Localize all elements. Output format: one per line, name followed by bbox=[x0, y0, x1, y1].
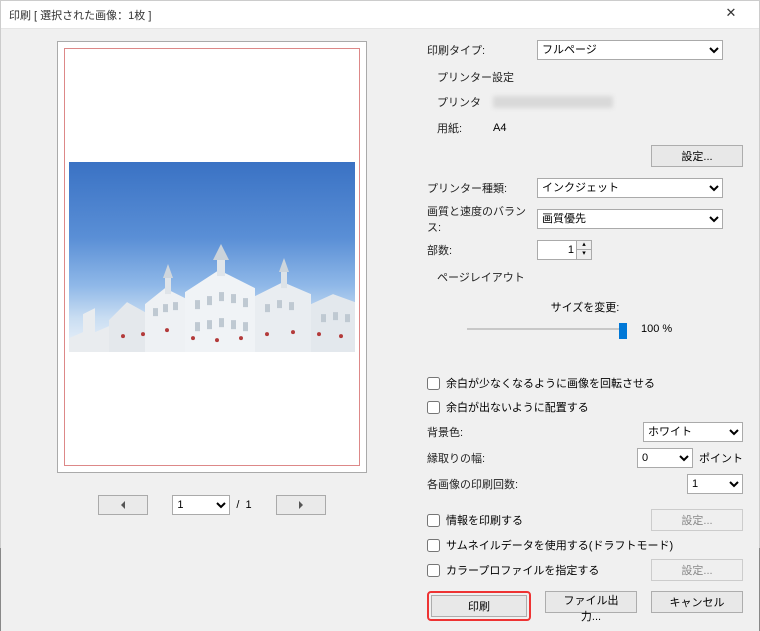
spin-up-icon[interactable]: ▴ bbox=[577, 241, 591, 250]
printer-settings-button[interactable]: 設定... bbox=[651, 145, 743, 167]
file-output-button[interactable]: ファイル出力... bbox=[545, 591, 637, 613]
spin-down-icon[interactable]: ▾ bbox=[577, 250, 591, 259]
paper-label: 用紙: bbox=[437, 120, 493, 136]
color-profile-checkbox[interactable] bbox=[427, 564, 440, 577]
preview-pane: 1 / 1 bbox=[1, 29, 423, 631]
page-layout-label: ページレイアウト bbox=[427, 269, 743, 285]
quality-balance-select[interactable]: 画質優先 bbox=[537, 209, 723, 229]
fit-no-margin-label: 余白が出ないように配置する bbox=[446, 399, 589, 415]
border-width-label: 縁取りの幅: bbox=[427, 450, 537, 466]
resize-slider[interactable] bbox=[467, 321, 627, 337]
titlebar: 印刷 [ 選択された画像：1枚 ] ✕ bbox=[1, 1, 759, 29]
print-info-label: 情報を印刷する bbox=[446, 512, 523, 528]
copies-label: 部数: bbox=[427, 242, 537, 258]
page-select[interactable]: 1 bbox=[172, 495, 230, 515]
use-thumbnail-checkbox[interactable] bbox=[427, 539, 440, 552]
printer-kind-select[interactable]: インクジェット bbox=[537, 178, 723, 198]
copies-input[interactable] bbox=[537, 240, 577, 260]
copies-spin[interactable]: ▴▾ bbox=[537, 240, 592, 260]
preview-page bbox=[57, 41, 367, 473]
fit-checkbox-row: 余白が出ないように配置する bbox=[427, 397, 743, 417]
print-type-label: 印刷タイプ: bbox=[427, 42, 537, 58]
printer-label: プリンタ bbox=[437, 94, 493, 110]
border-width-unit: ポイント bbox=[699, 450, 743, 466]
resize-label: サイズを変更: bbox=[551, 302, 620, 314]
settings-pane: 印刷タイプ: フルページ プリンター設定 プリンタ 用紙: A4 設定... プ… bbox=[423, 29, 759, 631]
page-sep: / bbox=[236, 499, 239, 511]
cancel-button[interactable]: キャンセル bbox=[651, 591, 743, 613]
next-page-button[interactable] bbox=[276, 495, 326, 515]
preview-image bbox=[69, 162, 355, 352]
print-button[interactable]: 印刷 bbox=[431, 595, 527, 617]
print-info-settings-button[interactable]: 設定... bbox=[651, 509, 743, 531]
page-total: 1 bbox=[245, 499, 251, 511]
printer-name-masked bbox=[493, 96, 613, 108]
bgcolor-select[interactable]: ホワイト bbox=[643, 422, 743, 442]
rotate-checkbox-row: 余白が少なくなるように画像を回転させる bbox=[427, 373, 743, 393]
print-count-each-label: 各画像の印刷回数: bbox=[427, 476, 557, 492]
print-type-select[interactable]: フルページ bbox=[537, 40, 723, 60]
color-profile-settings-button[interactable]: 設定... bbox=[651, 559, 743, 581]
use-thumbnail-label: サムネイルデータを使用する(ドラフトモード) bbox=[446, 537, 673, 553]
color-profile-label: カラープロファイルを指定する bbox=[446, 562, 599, 578]
print-count-each-select[interactable]: 1 bbox=[687, 474, 743, 494]
rotate-less-margin-checkbox[interactable] bbox=[427, 377, 440, 390]
print-info-checkbox[interactable] bbox=[427, 514, 440, 527]
border-width-select[interactable]: 0 bbox=[637, 448, 693, 468]
prev-page-button[interactable] bbox=[98, 495, 148, 515]
fit-no-margin-checkbox[interactable] bbox=[427, 401, 440, 414]
resize-percent: 100 % bbox=[641, 323, 672, 335]
window-title: 印刷 [ 選択された画像：1枚 ] bbox=[9, 7, 151, 23]
printer-kind-label: プリンター種類: bbox=[427, 180, 537, 196]
paper-value: A4 bbox=[493, 122, 743, 134]
print-button-highlight: 印刷 bbox=[427, 591, 531, 621]
rotate-less-margin-label: 余白が少なくなるように画像を回転させる bbox=[446, 375, 655, 391]
quality-balance-label: 画質と速度のバランス: bbox=[427, 203, 537, 235]
close-icon[interactable]: ✕ bbox=[711, 5, 751, 25]
printer-settings-label: プリンター設定 bbox=[427, 69, 743, 85]
chevron-left-icon bbox=[118, 500, 128, 510]
preview-margin-frame bbox=[64, 48, 360, 466]
chevron-right-icon bbox=[296, 500, 306, 510]
bgcolor-label: 背景色: bbox=[427, 424, 537, 440]
